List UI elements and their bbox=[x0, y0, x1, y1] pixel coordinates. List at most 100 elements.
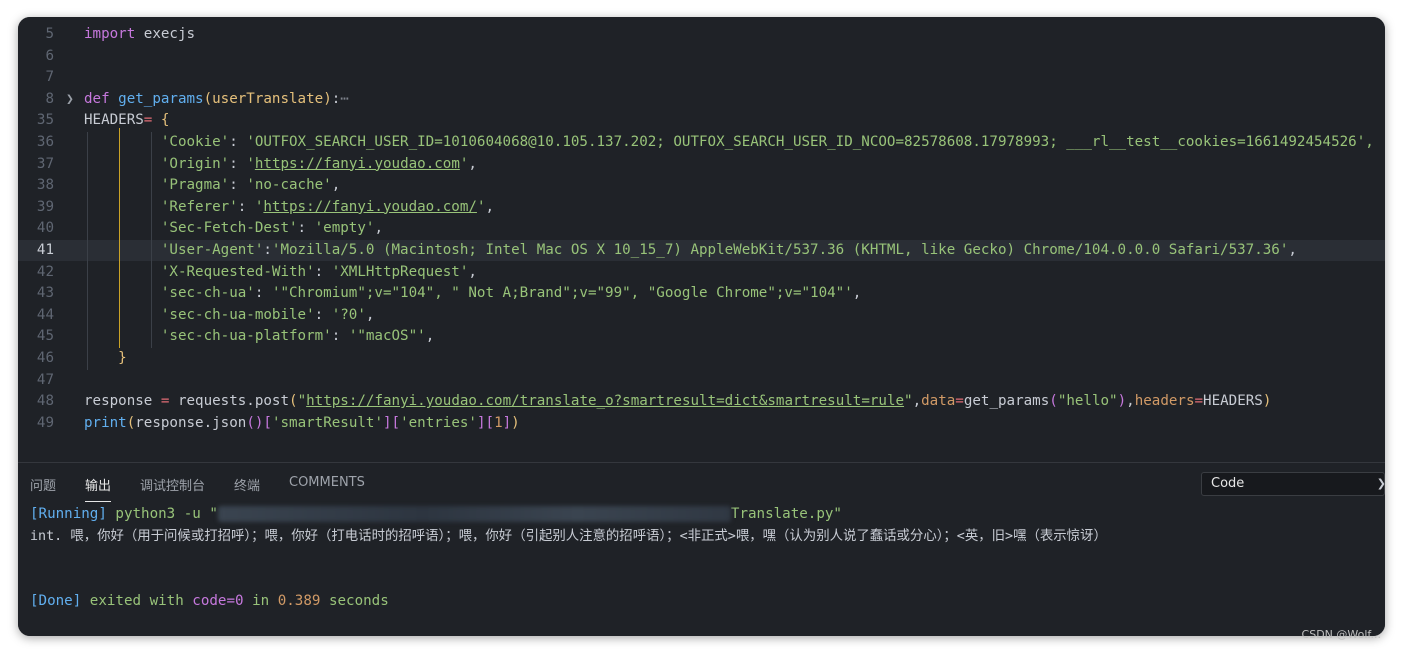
code-token: : bbox=[314, 306, 332, 323]
output-channel-select[interactable]: Code ❯ bbox=[1201, 472, 1385, 496]
code-line[interactable]: 41 'User-Agent':'Mozilla/5.0 (Macintosh;… bbox=[18, 240, 1385, 261]
code-token: 'X-Requested-With' bbox=[160, 263, 315, 280]
code-token: print bbox=[84, 414, 127, 431]
code-token: ' bbox=[246, 155, 255, 172]
code-token: : bbox=[254, 285, 272, 302]
redacted-path bbox=[217, 506, 731, 522]
code-token: : bbox=[331, 328, 349, 345]
done-text: exited with bbox=[81, 593, 193, 609]
line-number: 41 bbox=[36, 242, 54, 258]
code-line[interactable]: 37 'Origin': 'https://fanyi.youdao.com', bbox=[18, 154, 1385, 175]
code-token: , bbox=[485, 198, 495, 215]
code-token: "hello" bbox=[1057, 393, 1118, 410]
tab-output[interactable]: 输出 bbox=[85, 475, 112, 502]
tab-comments[interactable]: COMMENTS bbox=[289, 475, 365, 490]
code-token: : bbox=[331, 90, 341, 107]
code-token: 'Cookie' bbox=[160, 134, 230, 150]
line-number: 40 bbox=[36, 220, 54, 237]
code-token: 1 bbox=[494, 414, 503, 431]
code-line[interactable]: 6 bbox=[18, 46, 1385, 67]
running-tag: [Running] bbox=[30, 506, 107, 522]
code-token: : bbox=[314, 263, 332, 280]
code-token: , bbox=[468, 155, 477, 172]
code-line[interactable]: 8 ❯ def get_params(userTranslate):⋯ bbox=[18, 89, 1385, 110]
tab-debug-console[interactable]: 调试控制台 bbox=[140, 475, 205, 494]
code-token: 'entries' bbox=[400, 414, 477, 431]
elapsed-time: 0.389 bbox=[277, 593, 321, 609]
code-line[interactable]: 48 response = requests.post("https://fany… bbox=[18, 391, 1385, 412]
code-line[interactable]: 5 import execjs bbox=[18, 24, 1385, 45]
line-code: 'User-Agent':'Mozilla/5.0 (Macintosh; In… bbox=[84, 240, 1297, 261]
code-editor[interactable]: 5 import execjs 6 7 8 ❯ def get_params(userTra… bbox=[18, 17, 1385, 462]
code-token: ][ bbox=[476, 414, 495, 431]
code-line[interactable]: 45 'sec-ch-ua-platform': '"macOS"', bbox=[18, 326, 1385, 347]
code-token: : bbox=[229, 177, 247, 194]
code-line[interactable]: 38 'Pragma': 'no-cache', bbox=[18, 175, 1385, 196]
code-token: { bbox=[160, 112, 170, 129]
run-command-tail: Translate.py" bbox=[730, 506, 842, 522]
line-number: 39 bbox=[36, 198, 54, 215]
tab-problems[interactable]: 问题 bbox=[30, 475, 56, 494]
line-number: 49 bbox=[36, 414, 54, 431]
output-result-line: int. 喂，你好（用于问候或打招呼）；喂，你好（打电话时的招呼语）；喂，你好（… bbox=[30, 529, 1107, 544]
code-line[interactable]: 43 'sec-ch-ua': '"Chromium";v="104", " N… bbox=[18, 283, 1385, 304]
code-token: , bbox=[365, 306, 375, 323]
output-running-line: [Running] python3 -u " Translate.py" bbox=[30, 504, 842, 525]
code-token: [ bbox=[263, 414, 272, 431]
code-line[interactable]: 39 'Referer': 'https://fanyi.youdao.com/… bbox=[18, 197, 1385, 218]
line-number: 42 bbox=[36, 263, 54, 280]
line-code: 'Sec-Fetch-Dest': 'empty', bbox=[84, 218, 383, 239]
code-token: ) bbox=[1117, 393, 1127, 410]
line-code: 'sec-ch-ua-mobile': '?0', bbox=[84, 305, 375, 326]
code-token: " bbox=[904, 393, 913, 410]
code-line[interactable]: 42 'X-Requested-With': 'XMLHttpRequest', bbox=[18, 262, 1385, 283]
code-line[interactable]: 44 'sec-ch-ua-mobile': '?0', bbox=[18, 305, 1385, 326]
tab-terminal[interactable]: 终端 bbox=[234, 475, 260, 494]
code-line[interactable]: 49 print(response.json()['smartResult']['… bbox=[18, 413, 1385, 434]
done-tag: [Done] bbox=[30, 593, 82, 609]
fold-chevron-icon[interactable]: ❯ bbox=[66, 89, 74, 110]
code-line[interactable]: 46 } bbox=[18, 348, 1385, 369]
code-token: 'no-cache' bbox=[246, 177, 332, 194]
line-number: 36 bbox=[36, 134, 54, 150]
code-token: get_params bbox=[963, 393, 1050, 410]
output-channel-value: Code bbox=[1211, 476, 1245, 491]
line-code: 'X-Requested-With': 'XMLHttpRequest', bbox=[84, 262, 477, 283]
code-token: 'Referer' bbox=[160, 198, 238, 215]
code-line[interactable]: 7 bbox=[18, 67, 1385, 88]
line-code: def get_params(userTranslate):⋯ bbox=[84, 89, 349, 110]
line-number: 7 bbox=[45, 69, 54, 86]
code-line[interactable]: 40 'Sec-Fetch-Dest': 'empty', bbox=[18, 218, 1385, 239]
code-line[interactable]: 35 HEADERS= { bbox=[18, 110, 1385, 131]
code-token: https://fanyi.youdao.com/ bbox=[263, 198, 477, 215]
code-line[interactable]: 36 'Cookie': 'OUTFOX_SEARCH_USER_ID=1010… bbox=[18, 132, 1385, 153]
line-code: 'Origin': 'https://fanyi.youdao.com', bbox=[84, 154, 477, 175]
code-token: import bbox=[84, 26, 136, 42]
code-token: HEADERS bbox=[84, 112, 144, 129]
line-code: response = requests.post("https://fanyi.… bbox=[84, 391, 1271, 412]
panel-tabs: 问题 输出 调试控制台 终端 COMMENTS Code ❯ bbox=[18, 463, 1385, 502]
code-token: 'empty' bbox=[314, 220, 375, 237]
line-code: 'sec-ch-ua': '"Chromium";v="104", " Not … bbox=[84, 283, 861, 304]
line-number: 37 bbox=[36, 155, 54, 172]
code-token: HEADERS bbox=[1203, 393, 1263, 410]
code-token: 'OUTFOX_SEARCH_USER_ID=1010604068@10.105… bbox=[246, 134, 1374, 150]
line-code: 'Pragma': 'no-cache', bbox=[84, 175, 340, 196]
code-token: data bbox=[921, 393, 956, 410]
line-number: 8 bbox=[45, 90, 54, 107]
code-token: , bbox=[1288, 242, 1297, 258]
code-line[interactable]: 47 bbox=[18, 370, 1385, 391]
code-token: ) bbox=[1262, 393, 1272, 410]
code-token: ( bbox=[203, 90, 213, 107]
line-number: 38 bbox=[36, 177, 54, 194]
code-token: userTranslate bbox=[212, 90, 324, 107]
